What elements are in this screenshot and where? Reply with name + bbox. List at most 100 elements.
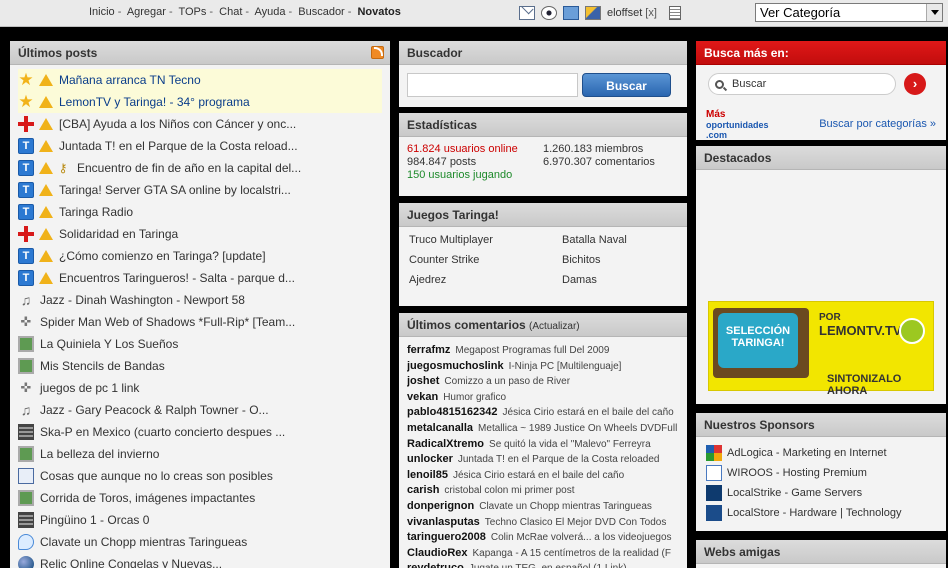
- categories-link[interactable]: Buscar por categorías »: [819, 118, 936, 130]
- comment-user[interactable]: metalcanalla: [407, 422, 473, 434]
- username-link[interactable]: eloffset: [607, 7, 642, 19]
- nav-tops[interactable]: TOPs: [178, 6, 206, 18]
- post-item[interactable]: Corrida de Toros, imágenes impactantes: [18, 487, 382, 509]
- post-item[interactable]: ✜ Spider Man Web of Shadows *Full-Rip* [T…: [18, 311, 382, 333]
- post-item[interactable]: T Taringa! Server GTA SA online by locals…: [18, 179, 382, 201]
- post-title[interactable]: [CBA] Ayuda a los Niños con Cáncer y onc…: [59, 117, 296, 131]
- nav-buscador[interactable]: Buscador: [298, 6, 344, 18]
- game-link[interactable]: Bichitos: [562, 254, 682, 266]
- post-title[interactable]: Clavate un Chopp mientras Taringueas: [40, 535, 247, 549]
- post-item[interactable]: La belleza del invierno: [18, 443, 382, 465]
- post-title[interactable]: Jazz - Dinah Washington - Newport 58: [40, 293, 245, 307]
- mail-icon[interactable]: [519, 6, 535, 20]
- post-item[interactable]: ★ Mañana arranca TN Tecno: [18, 69, 382, 91]
- post-title[interactable]: Mis Stencils de Bandas: [40, 359, 165, 373]
- post-item[interactable]: T Juntada T! en el Parque de la Costa rel…: [18, 135, 382, 157]
- post-item[interactable]: ♫ Jazz - Gary Peacock & Ralph Towner - O.…: [18, 399, 382, 421]
- game-link[interactable]: Truco Multiplayer: [409, 234, 562, 246]
- list-icon[interactable]: [668, 6, 681, 20]
- edit-icon[interactable]: [585, 6, 601, 20]
- post-item[interactable]: ♫ Jazz - Dinah Washington - Newport 58: [18, 289, 382, 311]
- comment-post-link[interactable]: Colin McRae volverá... a los videojuegos: [491, 532, 672, 543]
- comment-post-link[interactable]: Kapanga - A 15 centímetros de la realida…: [473, 548, 671, 559]
- comment-post-link[interactable]: Jésica Cirio estará en el baile del caño: [453, 470, 624, 481]
- comment-user[interactable]: vekan: [407, 391, 438, 403]
- post-item[interactable]: Mis Stencils de Bandas: [18, 355, 382, 377]
- post-title[interactable]: Ska-P en Mexico (cuarto concierto despue…: [40, 425, 285, 439]
- post-item[interactable]: Solidaridad en Taringa: [18, 223, 382, 245]
- comment-user[interactable]: ClaudioRex: [407, 547, 468, 559]
- playing-users[interactable]: 150 usuarios jugando: [407, 169, 543, 181]
- post-item[interactable]: ✜ juegos de pc 1 link: [18, 377, 382, 399]
- game-link[interactable]: Batalla Naval: [562, 234, 682, 246]
- post-item[interactable]: T ⚷ Encuentro de fin de año en la capital …: [18, 157, 382, 179]
- search-input[interactable]: [407, 73, 578, 97]
- post-item[interactable]: T ¿Cómo comienzo en Taringa? [update]: [18, 245, 382, 267]
- comment-post-link[interactable]: Comizzo a un paso de River: [444, 376, 570, 387]
- nav-inicio[interactable]: Inicio: [89, 6, 115, 18]
- game-link[interactable]: Damas: [562, 274, 682, 286]
- post-title[interactable]: Encuentros Taringueros! - Salta - parque…: [59, 271, 295, 285]
- post-title[interactable]: Spider Man Web of Shadows *Full-Rip* [Te…: [40, 315, 295, 329]
- post-title[interactable]: Cosas que aunque no lo creas son posible…: [40, 469, 273, 483]
- post-item[interactable]: Pingüino 1 - Orcas 0: [18, 509, 382, 531]
- post-title[interactable]: LemonTV y Taringa! - 34° programa: [59, 95, 250, 109]
- sponsor-link[interactable]: WIROOS - Hosting Premium: [706, 463, 936, 483]
- comment-post-link[interactable]: Humor grafico: [443, 392, 506, 403]
- search-button[interactable]: Buscar: [582, 73, 671, 97]
- sponsor-link[interactable]: LocalStore - Hardware | Technology: [706, 503, 936, 523]
- game-link[interactable]: Counter Strike: [409, 254, 562, 266]
- post-item[interactable]: Cosas que aunque no lo creas son posible…: [18, 465, 382, 487]
- post-item[interactable]: La Quiniela Y Los Sueños: [18, 333, 382, 355]
- post-title[interactable]: Mañana arranca TN Tecno: [59, 73, 201, 87]
- post-title[interactable]: La belleza del invierno: [40, 447, 159, 461]
- post-title[interactable]: Corrida de Toros, imágenes impactantes: [40, 491, 255, 505]
- post-title[interactable]: Relic Online Congelas y Nuevas...: [40, 557, 222, 568]
- comment-user[interactable]: unlocker: [407, 453, 453, 465]
- masoportunidades-logo[interactable]: Más oportunidades .com: [706, 110, 769, 141]
- comment-post-link[interactable]: Clavate un Chopp mientras Taringueas: [479, 501, 652, 512]
- rss-icon[interactable]: [371, 46, 384, 59]
- nav-ayuda[interactable]: Ayuda: [255, 6, 286, 18]
- notes-icon[interactable]: [563, 6, 579, 20]
- comment-user[interactable]: lenoil85: [407, 469, 448, 481]
- nav-agregar[interactable]: Agregar: [127, 6, 166, 18]
- post-title[interactable]: juegos de pc 1 link: [40, 381, 139, 395]
- comment-user[interactable]: joshet: [407, 375, 439, 387]
- comment-user[interactable]: pablo4815162342: [407, 406, 498, 418]
- comment-post-link[interactable]: I-Ninja PC [Multilenguaje]: [509, 361, 622, 372]
- eye-icon[interactable]: [541, 6, 557, 20]
- post-title[interactable]: Pingüino 1 - Orcas 0: [40, 513, 149, 527]
- comment-post-link[interactable]: Techno Clasico El Mejor DVD Con Todos: [485, 517, 667, 528]
- game-link[interactable]: Ajedrez: [409, 274, 562, 286]
- comment-post-link[interactable]: Juntada T! en el Parque de la Costa relo…: [458, 454, 660, 465]
- lemontv-banner[interactable]: SELECCIÓN TARINGA! POR LEMONTV.TV SINTON…: [708, 301, 934, 397]
- post-title[interactable]: La Quiniela Y Los Sueños: [40, 337, 178, 351]
- post-item[interactable]: Clavate un Chopp mientras Taringueas: [18, 531, 382, 553]
- post-title[interactable]: Taringa Radio: [59, 205, 133, 219]
- post-item[interactable]: T Encuentros Taringueros! - Salta - parqu…: [18, 267, 382, 289]
- post-title[interactable]: Taringa! Server GTA SA online by localst…: [59, 183, 291, 197]
- comment-post-link[interactable]: Megapost Programas full Del 2009: [455, 345, 609, 356]
- buscamas-go-button[interactable]: ›: [904, 73, 926, 95]
- post-item[interactable]: Relic Online Congelas y Nuevas...: [18, 553, 382, 568]
- post-title[interactable]: Solidaridad en Taringa: [59, 227, 178, 241]
- buscamas-input[interactable]: Buscar: [708, 73, 896, 95]
- comment-user[interactable]: RadicalXtremo: [407, 438, 484, 450]
- comment-user[interactable]: reydetruco: [407, 562, 464, 568]
- comment-user[interactable]: carish: [407, 484, 439, 496]
- logout-link[interactable]: [x]: [645, 7, 657, 19]
- post-title[interactable]: Encuentro de fin de año en la capital de…: [77, 161, 301, 175]
- comment-post-link[interactable]: Metallica ~ 1989 Justice On Wheels DVDFu…: [478, 423, 677, 434]
- post-title[interactable]: Jazz - Gary Peacock & Ralph Towner - O..…: [40, 403, 269, 417]
- nav-novatos[interactable]: Novatos: [357, 6, 400, 18]
- comment-post-link[interactable]: Se quitó la vida el "Malevo" Ferreyra: [489, 439, 651, 450]
- sponsor-link[interactable]: LocalStrike - Game Servers: [706, 483, 936, 503]
- post-item[interactable]: [CBA] Ayuda a los Niños con Cáncer y onc…: [18, 113, 382, 135]
- refresh-link[interactable]: (Actualizar): [529, 321, 580, 332]
- category-select[interactable]: Ver Categoría: [755, 3, 943, 22]
- comment-user[interactable]: ferrafmz: [407, 344, 450, 356]
- sponsor-link[interactable]: AdLogica - Marketing en Internet: [706, 443, 936, 463]
- post-item[interactable]: Ska-P en Mexico (cuarto concierto despue…: [18, 421, 382, 443]
- post-title[interactable]: Juntada T! en el Parque de la Costa relo…: [59, 139, 298, 153]
